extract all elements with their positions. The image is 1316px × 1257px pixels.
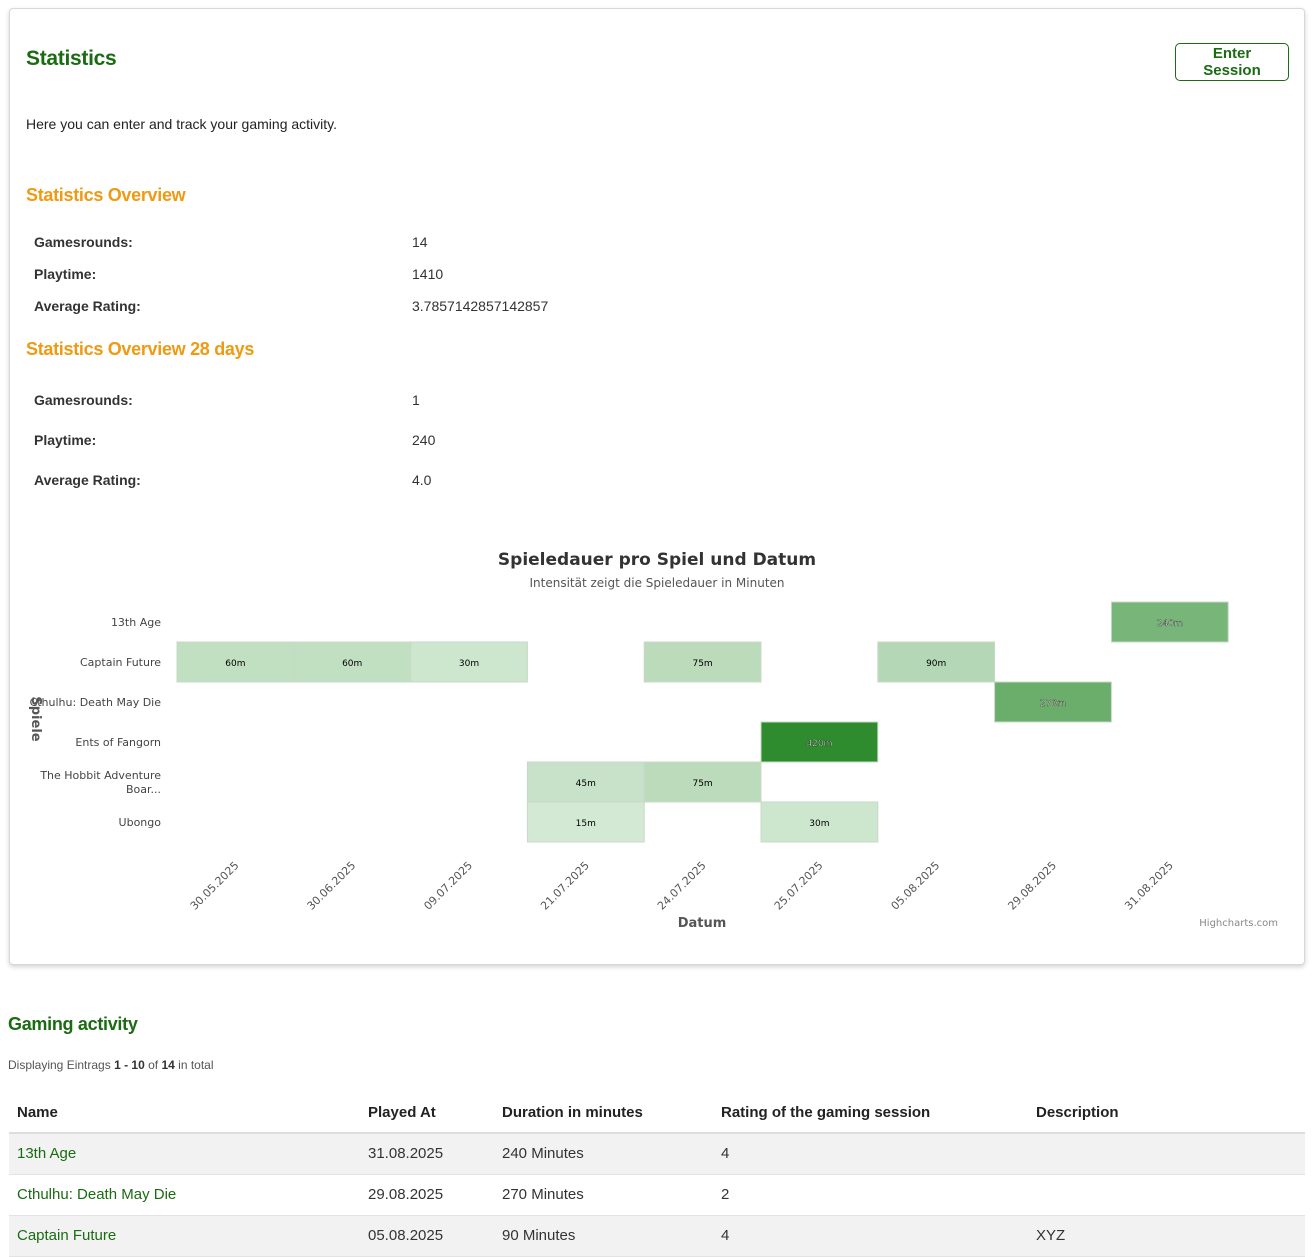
y-axis-tick-label: Ubongo [119, 816, 162, 829]
description-cell: XYZ [1028, 1215, 1305, 1257]
pagination-summary: Displaying Eintrags 1 - 10 of 14 in tota… [8, 1058, 214, 1072]
statistics-overview-heading: Statistics Overview [26, 185, 186, 205]
rating-cell: 4 [713, 1215, 1028, 1257]
page-title: Statistics [26, 47, 117, 70]
game-name-link[interactable]: 13th Age [17, 1145, 76, 1162]
heatmap-cell-label: 270m [1040, 699, 1066, 709]
statistics-card: Statistics Enter Session Here you can en… [9, 8, 1305, 965]
average-rating-label: Average Rating: [34, 298, 141, 314]
column-header-name[interactable]: Name [9, 1092, 360, 1134]
gaming-activity-heading: Gaming activity [8, 1014, 138, 1034]
y-axis-tick-label: Ents of Fangorn [75, 736, 161, 749]
gamesrounds-28-value: 1 [412, 392, 420, 408]
intro-text: Here you can enter and track your gaming… [26, 116, 338, 132]
heatmap-cell-label: 90m [926, 659, 946, 669]
heatmap-cell-label: 30m [459, 659, 479, 669]
column-header-played-at[interactable]: Played At [360, 1092, 494, 1134]
y-axis-tick-label: The Hobbit Adventure Boar... [39, 769, 161, 796]
heatmap-cell-label: 75m [692, 659, 712, 669]
heatmap-cell-label: 75m [692, 779, 712, 789]
y-axis-tick-label: Captain Future [80, 656, 161, 669]
x-axis-tick-label: 05.08.2025 [889, 859, 943, 913]
gaming-activity-table: Name Played At Duration in minutes Ratin… [9, 1092, 1305, 1257]
column-header-rating[interactable]: Rating of the gaming session [713, 1092, 1028, 1134]
y-axis-tick-label: 13th Age [111, 616, 161, 629]
played-at-cell: 29.08.2025 [360, 1174, 494, 1216]
heatmap-cell-label: 240m [1157, 619, 1183, 629]
x-axis-tick-label: 25.07.2025 [772, 859, 826, 913]
x-axis-tick-label: 31.08.2025 [1122, 859, 1176, 913]
x-axis-tick-label: 09.07.2025 [421, 859, 475, 913]
highcharts-credit-link[interactable]: Highcharts.com [1199, 918, 1278, 929]
x-axis-title: Datum [678, 916, 727, 931]
rating-cell: 4 [713, 1133, 1028, 1175]
description-cell [1028, 1174, 1305, 1216]
played-at-cell: 31.08.2025 [360, 1133, 494, 1175]
table-header-row: Name Played At Duration in minutes Ratin… [9, 1092, 1305, 1134]
game-name-link[interactable]: Captain Future [17, 1227, 116, 1244]
heatmap-cell-label: 15m [576, 819, 596, 829]
duration-cell: 270 Minutes [494, 1174, 713, 1216]
chart-subtitle: Intensität zeigt die Spieledauer in Minu… [529, 576, 784, 590]
gamesrounds-label: Gamesrounds: [34, 234, 133, 250]
heatmap-cell-label: 45m [576, 779, 596, 789]
playtime-heatmap-chart: Spieledauer pro Spiel und Datum Intensit… [28, 550, 1229, 931]
rating-cell: 2 [713, 1174, 1028, 1216]
average-rating-28-label: Average Rating: [34, 472, 141, 488]
description-cell [1028, 1133, 1305, 1175]
heatmap-cell-label: 420m [806, 739, 832, 749]
played-at-cell: 05.08.2025 [360, 1215, 494, 1257]
x-axis-tick-label: 21.07.2025 [538, 859, 592, 913]
gamesrounds-28-label: Gamesrounds: [34, 392, 133, 408]
table-row: Captain Future 05.08.2025 90 Minutes 4 X… [9, 1215, 1305, 1257]
gamesrounds-value: 14 [412, 234, 428, 250]
heatmap-cell-label: 60m [225, 659, 245, 669]
heatmap-cell-label: 60m [342, 659, 362, 669]
game-name-link[interactable]: Cthulhu: Death May Die [17, 1186, 176, 1203]
duration-cell: 90 Minutes [494, 1215, 713, 1257]
x-axis-tick-label: 24.07.2025 [655, 859, 709, 913]
column-header-description[interactable]: Description [1028, 1092, 1305, 1134]
table-row: Cthulhu: Death May Die 29.08.2025 270 Mi… [9, 1174, 1305, 1216]
playtime-28-value: 240 [412, 432, 436, 448]
x-axis-tick-label: 30.05.2025 [188, 859, 242, 913]
playtime-28-label: Playtime: [34, 432, 97, 448]
duration-cell: 240 Minutes [494, 1133, 713, 1175]
average-rating-value: 3.7857142857142857 [412, 298, 549, 314]
y-axis-tick-label: Cthulhu: Death May Die [30, 696, 162, 709]
playtime-label: Playtime: [34, 266, 97, 282]
chart-title: Spieledauer pro Spiel und Datum [498, 550, 816, 570]
heatmap-cell-label: 30m [809, 819, 829, 829]
x-axis-tick-label: 29.08.2025 [1005, 859, 1059, 913]
average-rating-28-value: 4.0 [412, 472, 432, 488]
x-axis-tick-label: 30.06.2025 [305, 859, 359, 913]
table-row: 13th Age 31.08.2025 240 Minutes 4 [9, 1133, 1305, 1175]
enter-session-button[interactable]: Enter Session [1175, 43, 1289, 81]
statistics-overview-28-heading: Statistics Overview 28 days [26, 339, 255, 359]
y-axis-title: Spiele [28, 696, 43, 741]
playtime-value: 1410 [412, 266, 444, 282]
column-header-duration[interactable]: Duration in minutes [494, 1092, 713, 1134]
